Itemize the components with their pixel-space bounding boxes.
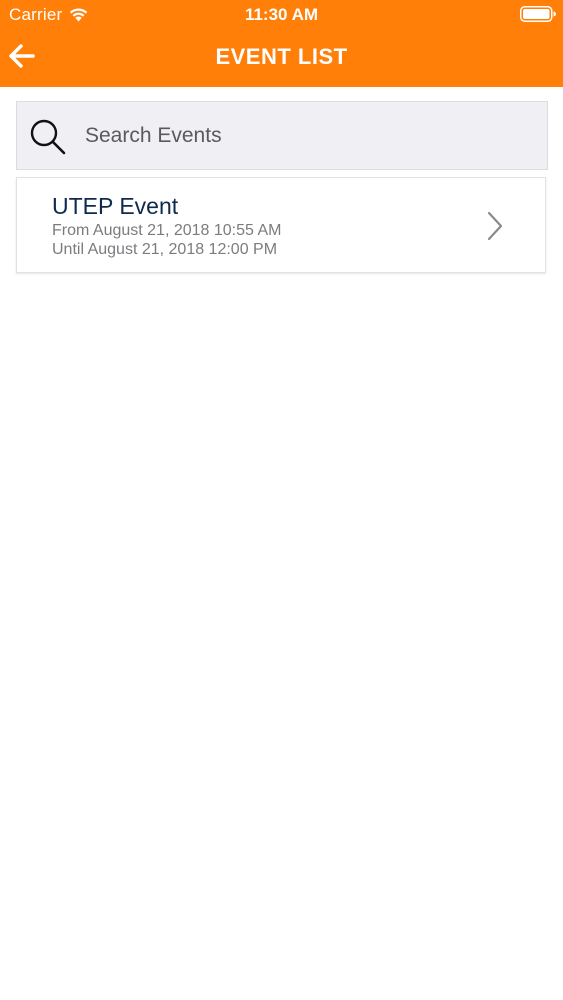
event-title: UTEP Event [52,193,179,219]
event-list-item[interactable]: UTEP Event From August 21, 2018 10:55 AM… [16,177,546,273]
search-input[interactable] [85,116,525,156]
status-bar: Carrier 11:30 AM [0,0,563,30]
chevron-right-icon [487,211,503,241]
search-bar[interactable] [16,101,548,170]
search-icon [30,119,66,155]
event-end-time: Until August 21, 2018 12:00 PM [52,241,278,258]
battery-full-icon [520,6,556,22]
status-time: 11:30 AM [244,5,319,24]
navigation-bar: EVENT LIST [0,30,563,87]
app-header: Carrier 11:30 AM EVENT LIST [0,0,563,87]
page-title: EVENT LIST [215,44,348,69]
event-start-time: From August 21, 2018 10:55 AM [52,222,282,239]
